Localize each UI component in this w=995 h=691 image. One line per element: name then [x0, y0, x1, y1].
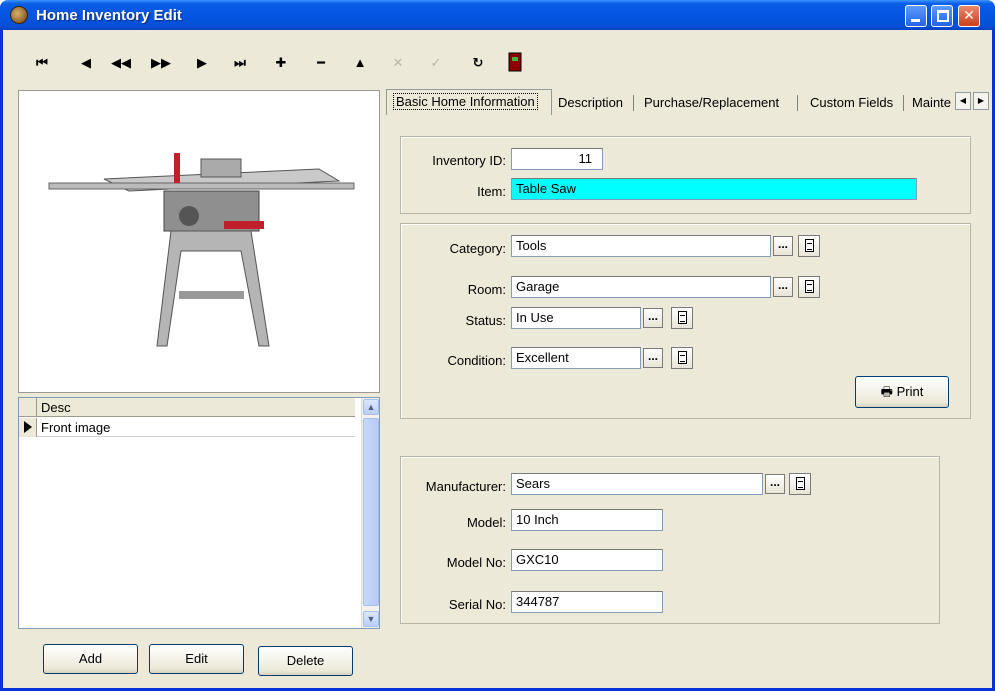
tab-strip: Basic Home Information Description Purch…	[386, 89, 992, 117]
room-lookup-button[interactable]	[798, 276, 820, 298]
category-ellipsis-button[interactable]: ...	[773, 236, 793, 256]
condition-label: Condition:	[447, 353, 506, 368]
tab-maintenance[interactable]: Mainte	[906, 92, 957, 114]
table-saw-image	[48, 153, 355, 347]
room-ellipsis-button[interactable]: ...	[773, 277, 793, 297]
condition-ellipsis-button[interactable]: ...	[643, 348, 663, 368]
last-record-button[interactable]: ⏭	[228, 52, 252, 74]
status-lookup-button[interactable]	[671, 307, 693, 329]
row-desc-cell[interactable]: Front image	[41, 420, 110, 435]
tab-scroll-left-icon[interactable]: ◀	[955, 92, 971, 110]
model-no-field[interactable]: GXC10	[511, 549, 663, 571]
tab-scroll-right-icon[interactable]: ▶	[973, 92, 989, 110]
first-record-button[interactable]: ⏮	[30, 52, 54, 74]
row-indicator	[19, 418, 37, 437]
category-lookup-button[interactable]	[798, 235, 820, 257]
tab-description[interactable]: Description	[552, 92, 629, 114]
next-record-button[interactable]: ▶	[190, 52, 214, 74]
print-button[interactable]: 🖶 Print	[855, 376, 949, 408]
current-row-arrow-icon	[24, 421, 32, 433]
status-ellipsis-button[interactable]: ...	[643, 308, 663, 328]
grid-vertical-scrollbar[interactable]: ▲ ▼	[361, 398, 379, 628]
delete-record-button[interactable]: ━	[309, 52, 333, 74]
manufacturer-field[interactable]: Sears	[511, 473, 763, 495]
manufacturer-label: Manufacturer:	[425, 479, 506, 494]
images-grid[interactable]: Desc Front image ▲ ▼	[18, 397, 380, 629]
document-icon	[805, 280, 814, 293]
category-field[interactable]: Tools	[511, 235, 771, 257]
tab-label: Basic Home Information	[393, 93, 538, 110]
post-edit-button[interactable]: ✓	[424, 52, 448, 74]
scroll-up-icon[interactable]: ▲	[363, 399, 379, 415]
next-page-button[interactable]: ▶▶	[149, 52, 173, 74]
document-icon	[678, 311, 687, 324]
app-icon	[10, 6, 28, 24]
document-icon	[678, 351, 687, 364]
title-bar[interactable]: Home Inventory Edit ✕	[0, 0, 995, 30]
model-label: Model:	[466, 515, 506, 530]
tab-basic-home-information[interactable]: Basic Home Information	[386, 89, 552, 115]
navigator-toolbar: ⏮ ◀ ◀◀ ▶▶ ▶ ⏭ ✚ ━ ▲ ✕ ✓ ↻	[3, 30, 992, 82]
inventory-id-label: Inventory ID:	[432, 153, 506, 168]
insert-record-button[interactable]: ✚	[269, 52, 293, 74]
id-group	[400, 136, 971, 214]
tab-separator	[633, 95, 634, 111]
exit-door-icon	[508, 52, 522, 72]
document-icon	[805, 239, 814, 252]
serial-no-field[interactable]: 344787	[511, 591, 663, 613]
add-image-button[interactable]: Add	[43, 644, 138, 674]
close-icon: ✕	[963, 7, 975, 23]
prior-page-button[interactable]: ◀◀	[109, 52, 133, 74]
table-row[interactable]: Front image	[19, 418, 355, 437]
room-field[interactable]: Garage	[511, 276, 771, 298]
item-field[interactable]: Table Saw	[511, 178, 917, 200]
image-pane: Desc Front image ▲ ▼ Add Edit Delete	[18, 90, 380, 686]
grid-header-indicator	[19, 398, 37, 417]
manufacturer-lookup-button[interactable]	[789, 473, 811, 495]
scroll-thumb[interactable]	[363, 418, 379, 606]
room-label: Room:	[467, 282, 506, 297]
delete-image-button[interactable]: Delete	[258, 646, 353, 676]
status-field[interactable]: In Use	[511, 307, 641, 329]
tab-separator	[903, 95, 904, 111]
maximize-icon	[937, 10, 949, 22]
status-label: Status:	[465, 313, 506, 328]
exit-button[interactable]	[503, 52, 527, 74]
app-window: Home Inventory Edit ✕ ⏮ ◀ ◀◀ ▶▶ ▶ ⏭ ✚ ━ …	[0, 0, 995, 691]
printer-icon: 🖶	[880, 384, 893, 399]
item-label: Item:	[477, 184, 506, 199]
document-icon	[796, 477, 805, 490]
serial-no-label: Serial No:	[448, 597, 506, 612]
category-label: Category:	[449, 241, 506, 256]
item-image	[18, 90, 380, 393]
model-field[interactable]: 10 Inch	[511, 509, 663, 531]
close-button[interactable]: ✕	[958, 5, 980, 27]
maximize-button[interactable]	[931, 5, 953, 27]
condition-lookup-button[interactable]	[671, 347, 693, 369]
refresh-button[interactable]: ↻	[466, 52, 490, 74]
column-header-desc[interactable]: Desc	[41, 400, 71, 415]
scroll-down-icon[interactable]: ▼	[363, 611, 379, 627]
minimize-button[interactable]	[905, 5, 927, 27]
prior-record-button[interactable]: ◀	[74, 52, 98, 74]
tab-purchase-replacement[interactable]: Purchase/Replacement	[638, 92, 785, 114]
window-title: Home Inventory Edit	[36, 7, 182, 24]
manufacturer-ellipsis-button[interactable]: ...	[765, 474, 785, 494]
inventory-id-field[interactable]: 11	[511, 148, 603, 170]
minimize-icon	[911, 19, 920, 22]
edit-record-button[interactable]: ▲	[348, 52, 372, 74]
condition-field[interactable]: Excellent	[511, 347, 641, 369]
tab-custom-fields[interactable]: Custom Fields	[804, 92, 899, 114]
edit-image-button[interactable]: Edit	[149, 644, 244, 674]
print-button-label: Print	[896, 384, 924, 399]
model-no-label: Model No:	[446, 555, 506, 570]
tab-separator	[797, 95, 798, 111]
grid-header: Desc	[19, 398, 355, 417]
cancel-edit-button[interactable]: ✕	[386, 52, 410, 74]
